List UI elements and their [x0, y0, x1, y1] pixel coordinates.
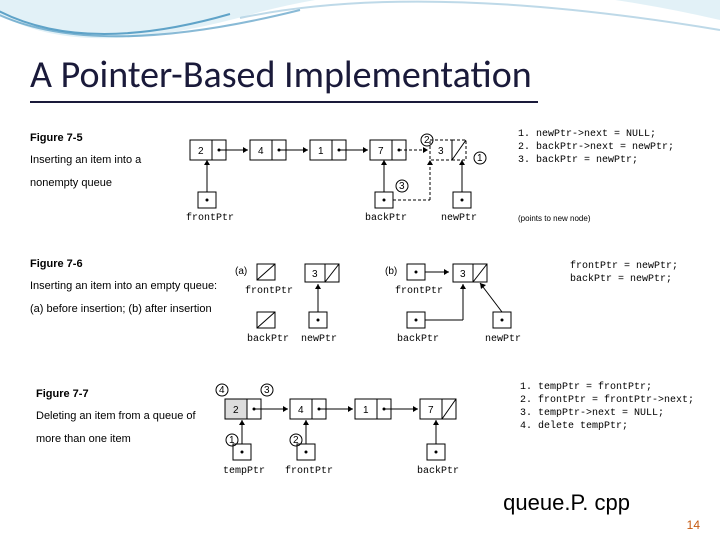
svg-text:(a): (a): [235, 266, 247, 277]
fig77-caption: Figure 7-7 Deleting an item from a queue…: [36, 386, 206, 451]
fig77-step3: 3. tempPtr->next = NULL;: [520, 407, 720, 420]
fig75-step2: 2. backPtr->next = newPtr;: [518, 141, 718, 154]
svg-text:1: 1: [477, 153, 483, 164]
fig77-caption-block: Figure 7-7 Deleting an item from a queue…: [36, 386, 206, 451]
svg-text:newPtr: newPtr: [441, 213, 477, 224]
svg-text:3: 3: [264, 385, 270, 396]
svg-text:frontPtr: frontPtr: [186, 212, 234, 224]
fig75-caption: Figure 7-5 Inserting an item into a none…: [30, 130, 175, 195]
fig76-step2: backPtr = newPtr;: [570, 273, 720, 286]
slide-title: A Pointer-Based Implementation: [30, 52, 538, 103]
svg-text:3: 3: [460, 269, 466, 280]
fig77-step1: 1. tempPtr = frontPtr;: [520, 381, 720, 394]
svg-text:3: 3: [399, 181, 405, 192]
fig76-step1: frontPtr = newPtr;: [570, 260, 720, 273]
fig75-step3: 3. backPtr = newPtr;: [518, 154, 718, 167]
fig76-steps: frontPtr = newPtr; backPtr = newPtr;: [570, 260, 720, 286]
svg-text:1: 1: [363, 405, 369, 416]
fig76-caption: Figure 7-6 Inserting an item into an emp…: [30, 256, 220, 321]
svg-text:backPtr: backPtr: [417, 465, 459, 477]
svg-text:2: 2: [198, 146, 204, 157]
fig75-label: Figure 7-5: [30, 132, 83, 144]
svg-text:frontPtr: frontPtr: [285, 465, 333, 477]
fig77-text: Deleting an item from a queue of more th…: [36, 403, 206, 451]
fig75-step1: 1. newPtr->next = NULL;: [518, 128, 718, 141]
svg-text:3: 3: [438, 146, 444, 157]
fig76-text: Inserting an item into an empty queue: (…: [30, 273, 220, 321]
svg-text:2: 2: [293, 435, 299, 446]
fig77-step2: 2. frontPtr = frontPtr->next;: [520, 394, 720, 407]
fig77-label: Figure 7-7: [36, 388, 89, 400]
svg-text:backPtr: backPtr: [365, 212, 407, 224]
svg-text:newPtr: newPtr: [485, 334, 521, 345]
fig75-newptr-note: (points to new node): [518, 214, 591, 223]
fig75-diagram: 24173 frontPtr backPtr 3 newPtr 1 2: [180, 130, 520, 220]
svg-text:7: 7: [428, 405, 434, 416]
svg-text:4: 4: [219, 385, 225, 396]
svg-text:(b): (b): [385, 266, 397, 277]
svg-text:1: 1: [229, 435, 235, 446]
svg-text:4: 4: [298, 405, 304, 416]
fig75-steps: 1. newPtr->next = NULL; 2. backPtr->next…: [518, 128, 718, 167]
fig76-diagram: (a) frontPtr 3 backPtr newPtr (b) frontP…: [235, 256, 555, 356]
fig75-text: Inserting an item into a nonempty queue: [30, 147, 175, 195]
fig77-step4: 4. delete tempPtr;: [520, 420, 720, 433]
svg-text:1: 1: [318, 146, 324, 157]
svg-text:frontPtr: frontPtr: [395, 285, 443, 297]
svg-text:tempPtr: tempPtr: [223, 466, 265, 477]
svg-text:4: 4: [258, 146, 264, 157]
svg-text:backPtr: backPtr: [397, 333, 439, 345]
svg-text:newPtr: newPtr: [301, 334, 337, 345]
filename-label: queue.P. cpp: [503, 490, 630, 516]
svg-text:3: 3: [312, 269, 318, 280]
page-number: 14: [687, 518, 700, 532]
svg-text:2: 2: [424, 135, 430, 146]
fig75-caption-block: Figure 7-5 Inserting an item into a none…: [30, 130, 175, 195]
svg-text:7: 7: [378, 146, 384, 157]
svg-text:2: 2: [233, 405, 239, 416]
fig76-label: Figure 7-6: [30, 258, 83, 270]
svg-text:backPtr: backPtr: [247, 333, 289, 345]
fig77-steps: 1. tempPtr = frontPtr; 2. frontPtr = fro…: [520, 381, 720, 433]
svg-text:frontPtr: frontPtr: [245, 285, 293, 297]
fig76-caption-block: Figure 7-6 Inserting an item into an emp…: [30, 256, 220, 321]
fig77-diagram: 2417 4 3 tempPtr 1 frontPtr 2 backPtr: [205, 382, 515, 482]
